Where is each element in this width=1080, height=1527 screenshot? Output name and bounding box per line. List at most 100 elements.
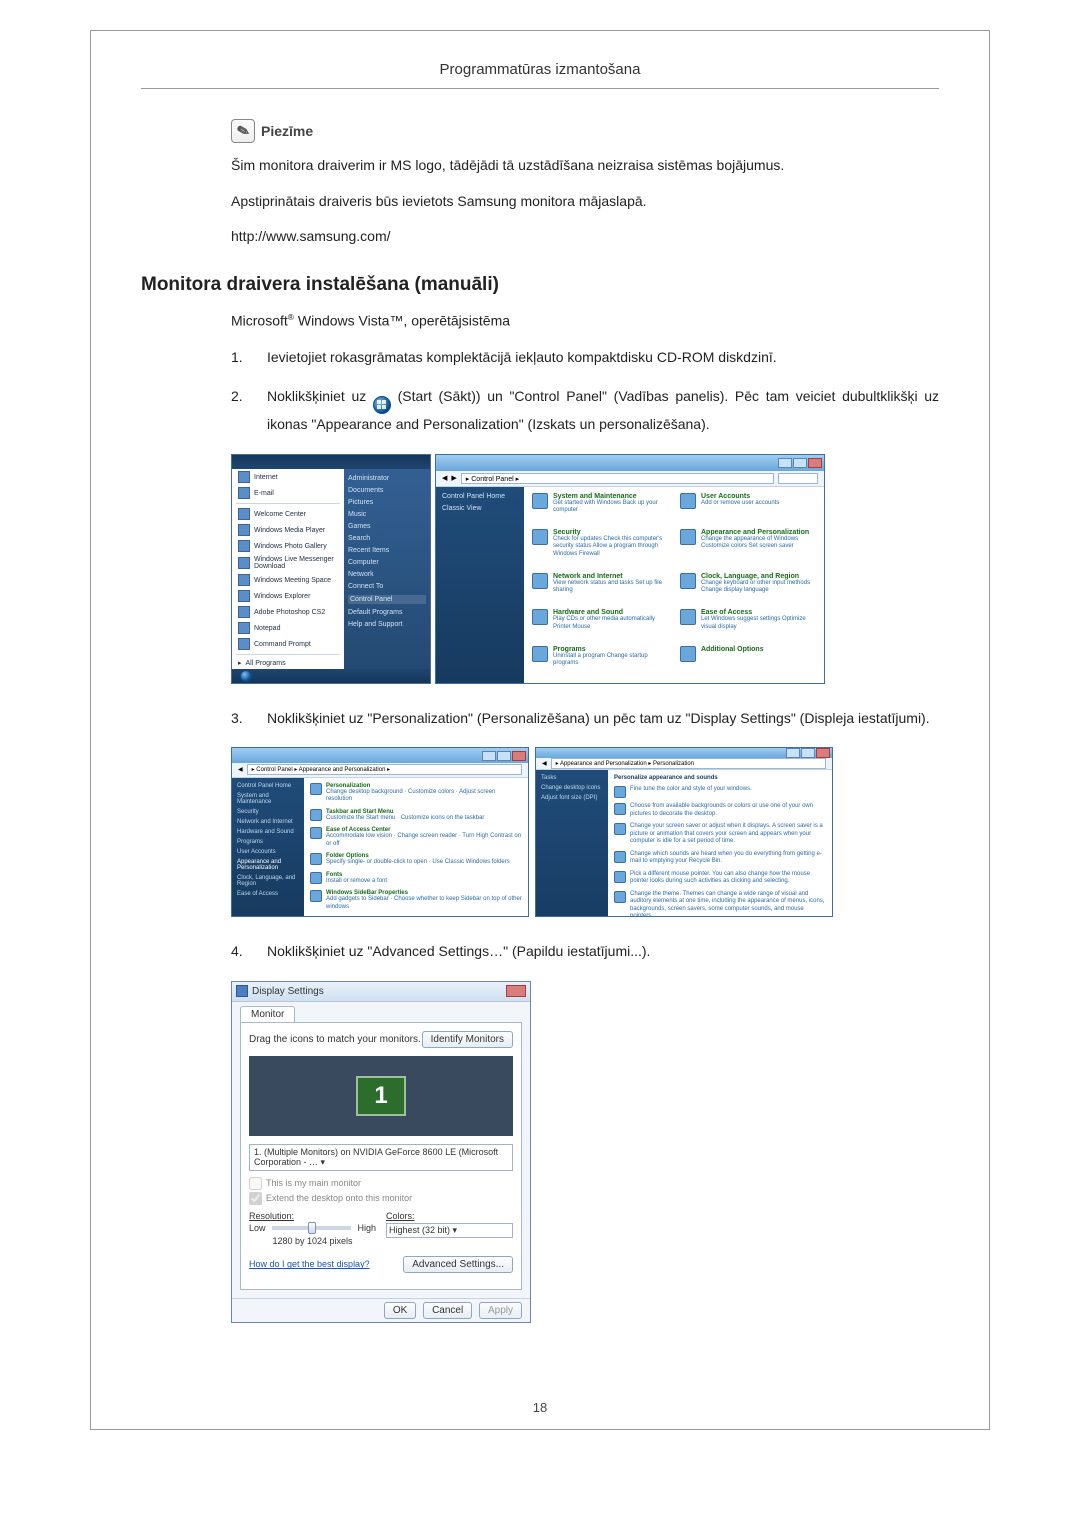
sidebar-item[interactable]: Classic View: [442, 505, 518, 512]
start-menu-item[interactable]: Notepad: [232, 620, 344, 636]
start-orb-icon[interactable]: [240, 670, 252, 682]
appearance-item[interactable]: Folder OptionsSpecify single- or double-…: [310, 853, 522, 867]
sidebar-item-active[interactable]: Appearance and Personalization: [237, 859, 299, 871]
cp-category[interactable]: Network and InternetView network status …: [532, 573, 668, 604]
start-menu-item[interactable]: Documents: [348, 487, 426, 494]
start-menu-item[interactable]: Computer: [348, 559, 426, 566]
start-menu-item-controlpanel[interactable]: Control Panel: [348, 595, 426, 604]
start-menu-item[interactable]: Network: [348, 571, 426, 578]
monitor-layout-area[interactable]: 1: [249, 1056, 513, 1136]
minimize-button[interactable]: [778, 458, 792, 468]
start-menu[interactable]: Internet E-mail Welcome Center Windows M…: [231, 454, 431, 684]
close-button[interactable]: [816, 748, 830, 758]
start-menu-item[interactable]: Music: [348, 511, 426, 518]
personalization-item[interactable]: Pick a different mouse pointer. You can …: [614, 871, 826, 886]
maximize-button[interactable]: [793, 458, 807, 468]
sidebar-item[interactable]: Control Panel Home: [442, 493, 518, 500]
personalization-item[interactable]: Change the theme. Themes can change a wi…: [614, 891, 826, 918]
ok-button[interactable]: OK: [384, 1302, 416, 1319]
cp-category[interactable]: User AccountsAdd or remove user accounts: [680, 493, 816, 524]
search-field[interactable]: [778, 473, 818, 484]
address-bar: ◀ ▶ ▸ Control Panel ▸: [436, 471, 824, 487]
cp-category-appearance[interactable]: Appearance and PersonalizationChange the…: [680, 529, 816, 567]
back-icon[interactable]: ◀: [238, 766, 243, 773]
appearance-item-personalization[interactable]: PersonalizationChange desktop background…: [310, 783, 522, 804]
personalization-item[interactable]: Choose from available backgrounds or col…: [614, 803, 826, 818]
cp-category[interactable]: System and MaintenanceGet started with W…: [532, 493, 668, 524]
appearance-item[interactable]: Taskbar and Start MenuCustomize the Star…: [310, 809, 522, 823]
maximize-button[interactable]: [497, 751, 511, 761]
close-button[interactable]: [512, 751, 526, 761]
forward-icon[interactable]: ▶: [451, 474, 456, 482]
step-4: 4. Noklikšķiniet uz "Advanced Settings…"…: [231, 941, 939, 963]
apply-button[interactable]: Apply: [479, 1302, 522, 1319]
sidebar-item[interactable]: Adjust font size (DPI): [541, 795, 603, 801]
start-menu-item[interactable]: Adobe Photoshop CS2: [232, 604, 344, 620]
cp-category[interactable]: Hardware and SoundPlay CDs or other medi…: [532, 609, 668, 640]
start-menu-item[interactable]: Recent Items: [348, 547, 426, 554]
start-menu-item[interactable]: Help and Support: [348, 621, 426, 628]
minimize-button[interactable]: [786, 748, 800, 758]
appearance-item[interactable]: FontsInstall or remove a font: [310, 872, 522, 886]
personalization-item[interactable]: Change your screen saver or adjust when …: [614, 823, 826, 846]
start-menu-item[interactable]: Internet: [232, 469, 344, 485]
minimize-button[interactable]: [482, 751, 496, 761]
start-menu-item[interactable]: E-mail: [232, 485, 344, 501]
maximize-button[interactable]: [801, 748, 815, 758]
address-text[interactable]: ▸ Appearance and Personalization ▸ Perso…: [551, 758, 826, 769]
close-button[interactable]: [808, 458, 822, 468]
identify-monitors-button[interactable]: Identify Monitors: [422, 1031, 513, 1048]
sidebar-item[interactable]: Change desktop icons: [541, 785, 603, 791]
address-text[interactable]: ▸ Control Panel ▸ Appearance and Persona…: [247, 764, 522, 775]
slider-thumb[interactable]: [308, 1222, 316, 1234]
start-menu-item[interactable]: Default Programs: [348, 609, 426, 616]
start-menu-item[interactable]: Windows Media Player: [232, 522, 344, 538]
back-icon[interactable]: ◀: [442, 474, 447, 482]
sidebar-item[interactable]: Security: [237, 809, 299, 815]
sidebar-item[interactable]: Network and Internet: [237, 819, 299, 825]
resolution-slider[interactable]: [272, 1226, 352, 1230]
cancel-button[interactable]: Cancel: [423, 1302, 472, 1319]
checkbox-label: This is my main monitor: [266, 1178, 361, 1188]
all-programs-item[interactable]: ▸All Programs: [232, 657, 344, 669]
help-link[interactable]: How do I get the best display?: [249, 1259, 370, 1269]
start-menu-item[interactable]: Windows Live Messenger Download: [232, 554, 344, 572]
start-menu-item[interactable]: Windows Meeting Space: [232, 572, 344, 588]
app-icon: [238, 540, 250, 552]
monitor-select[interactable]: 1. (Multiple Monitors) on NVIDIA GeForce…: [249, 1144, 513, 1171]
sidebar-item[interactable]: Ease of Access: [237, 891, 299, 897]
cp-category[interactable]: Ease of AccessLet Windows suggest settin…: [680, 609, 816, 640]
cp-category[interactable]: Additional Options: [680, 646, 816, 677]
start-menu-item[interactable]: Welcome Center: [232, 506, 344, 522]
step-1-num: 1.: [231, 347, 249, 369]
sidebar-item[interactable]: User Accounts: [237, 849, 299, 855]
start-menu-item[interactable]: Pictures: [348, 499, 426, 506]
start-menu-item[interactable]: Administrator: [348, 475, 426, 482]
personalization-item[interactable]: Fine tune the color and style of your wi…: [614, 786, 826, 798]
sidebar-item[interactable]: Clock, Language, and Region: [237, 875, 299, 887]
sidebar-item[interactable]: System and Maintenance: [237, 793, 299, 805]
start-menu-item[interactable]: Games: [348, 523, 426, 530]
start-menu-item[interactable]: Windows Photo Gallery: [232, 538, 344, 554]
start-menu-item[interactable]: Command Prompt: [232, 636, 344, 652]
sidebar-item[interactable]: Control Panel Home: [237, 783, 299, 789]
start-menu-item[interactable]: Connect To: [348, 583, 426, 590]
start-menu-item[interactable]: Windows Explorer: [232, 588, 344, 604]
start-menu-item[interactable]: Search: [348, 535, 426, 542]
colors-select[interactable]: Highest (32 bit) ▾: [386, 1223, 513, 1238]
cp-category[interactable]: Clock, Language, and RegionChange keyboa…: [680, 573, 816, 604]
sidebar-item[interactable]: Hardware and Sound: [237, 829, 299, 835]
tab-monitor[interactable]: Monitor: [240, 1006, 295, 1022]
personalization-item[interactable]: Change which sounds are heard when you d…: [614, 851, 826, 866]
advanced-settings-button[interactable]: Advanced Settings...: [403, 1256, 513, 1273]
address-text[interactable]: ▸ Control Panel ▸: [461, 473, 774, 484]
cp-category[interactable]: ProgramsUninstall a program Change start…: [532, 646, 668, 677]
sidebar-item[interactable]: Programs: [237, 839, 299, 845]
close-button[interactable]: [506, 985, 526, 997]
back-icon[interactable]: ◀: [542, 760, 547, 767]
monitor-1-icon[interactable]: 1: [356, 1076, 406, 1116]
appearance-item[interactable]: Windows SideBar PropertiesAdd gadgets to…: [310, 890, 522, 911]
cp-category[interactable]: SecurityCheck for updates Check this com…: [532, 529, 668, 567]
access-icon: [680, 609, 696, 625]
appearance-item[interactable]: Ease of Access CenterAccommodate low vis…: [310, 827, 522, 848]
